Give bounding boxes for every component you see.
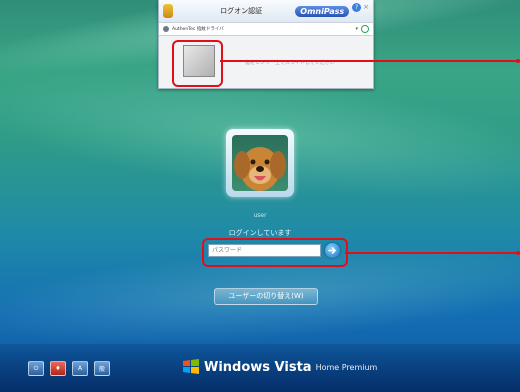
omnipass-title: ログオン認証 — [220, 7, 263, 15]
device-status-icon — [361, 25, 369, 33]
ease-of-access-button[interactable]: ⏻ — [28, 361, 44, 376]
device-label: AuthenTec 指紋ドライバ — [172, 27, 224, 32]
chevron-down-icon[interactable]: ▾ — [355, 26, 358, 32]
accessibility-tray: ⏻ ♦ A 般 — [28, 361, 110, 376]
dog-avatar-icon — [234, 147, 286, 191]
submit-arrow-button[interactable] — [325, 243, 340, 258]
user-tile — [226, 129, 294, 197]
close-icon[interactable]: × — [363, 3, 369, 11]
sensor-callout-line — [220, 60, 520, 62]
omnipass-logo: OmniPass — [295, 5, 350, 17]
fingerprint-icon — [163, 4, 173, 18]
windows-branding: Windows Vista Home Premium — [182, 358, 377, 376]
device-icon — [163, 26, 169, 32]
user-photo — [232, 135, 288, 191]
sensor-callout-box — [172, 40, 223, 87]
product-name: Windows Vista — [204, 359, 312, 375]
device-selector[interactable]: AuthenTec 指紋ドライバ ▾ — [159, 23, 373, 36]
ime-toolbar-button[interactable]: ♦ — [50, 361, 66, 376]
conversion-mode-button[interactable]: 般 — [94, 361, 110, 376]
password-callout-dot — [516, 251, 520, 255]
help-icon[interactable]: ? — [352, 2, 362, 12]
windows-flag-icon — [183, 359, 199, 374]
password-field[interactable] — [208, 244, 321, 257]
sensor-callout-dot — [516, 59, 520, 63]
arrow-right-icon — [328, 247, 337, 254]
input-mode-button[interactable]: A — [72, 361, 88, 376]
omnipass-header: ログオン認証 OmniPass ? × — [159, 0, 373, 23]
login-status: ログインしています — [228, 229, 292, 237]
password-callout-line — [345, 252, 520, 254]
switch-user-button[interactable]: ユーザーの切り替え(W) — [214, 288, 318, 305]
username-label: user — [253, 212, 267, 219]
product-edition: Home Premium — [315, 362, 378, 372]
